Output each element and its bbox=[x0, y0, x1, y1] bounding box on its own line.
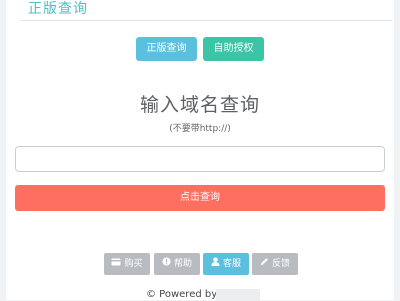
redacted-brand bbox=[216, 289, 260, 301]
card-icon bbox=[111, 253, 121, 275]
submit-query-button[interactable]: 点击查询 bbox=[15, 185, 385, 211]
feedback-label: 反馈 bbox=[271, 259, 290, 269]
self-authorize-button[interactable]: 自助授权 bbox=[203, 37, 264, 61]
genuine-query-button[interactable]: 正版查询 bbox=[136, 37, 197, 61]
help-icon bbox=[162, 253, 171, 275]
header-divider bbox=[20, 20, 392, 21]
user-icon bbox=[211, 253, 220, 275]
feedback-button[interactable]: 反馈 bbox=[252, 253, 298, 275]
main-card: 正版查询 正版查询 自助授权 输入域名查询 (不要带http://) 点击查询 … bbox=[6, 0, 394, 301]
domain-input[interactable] bbox=[15, 146, 385, 172]
buy-button[interactable]: 购买 bbox=[104, 253, 150, 275]
input-hint: (不要带http://) bbox=[169, 124, 231, 134]
powered-by-text: © Powered by bbox=[146, 289, 218, 300]
buy-label: 购买 bbox=[124, 259, 143, 269]
query-heading: 输入域名查询 bbox=[139, 94, 260, 116]
help-label: 帮助 bbox=[173, 259, 192, 269]
customer-service-label: 客服 bbox=[222, 259, 241, 269]
page-title: 正版查询 bbox=[28, 1, 88, 17]
help-button[interactable]: 帮助 bbox=[154, 253, 200, 275]
pencil-icon bbox=[260, 253, 269, 275]
customer-service-button[interactable]: 客服 bbox=[203, 253, 249, 275]
